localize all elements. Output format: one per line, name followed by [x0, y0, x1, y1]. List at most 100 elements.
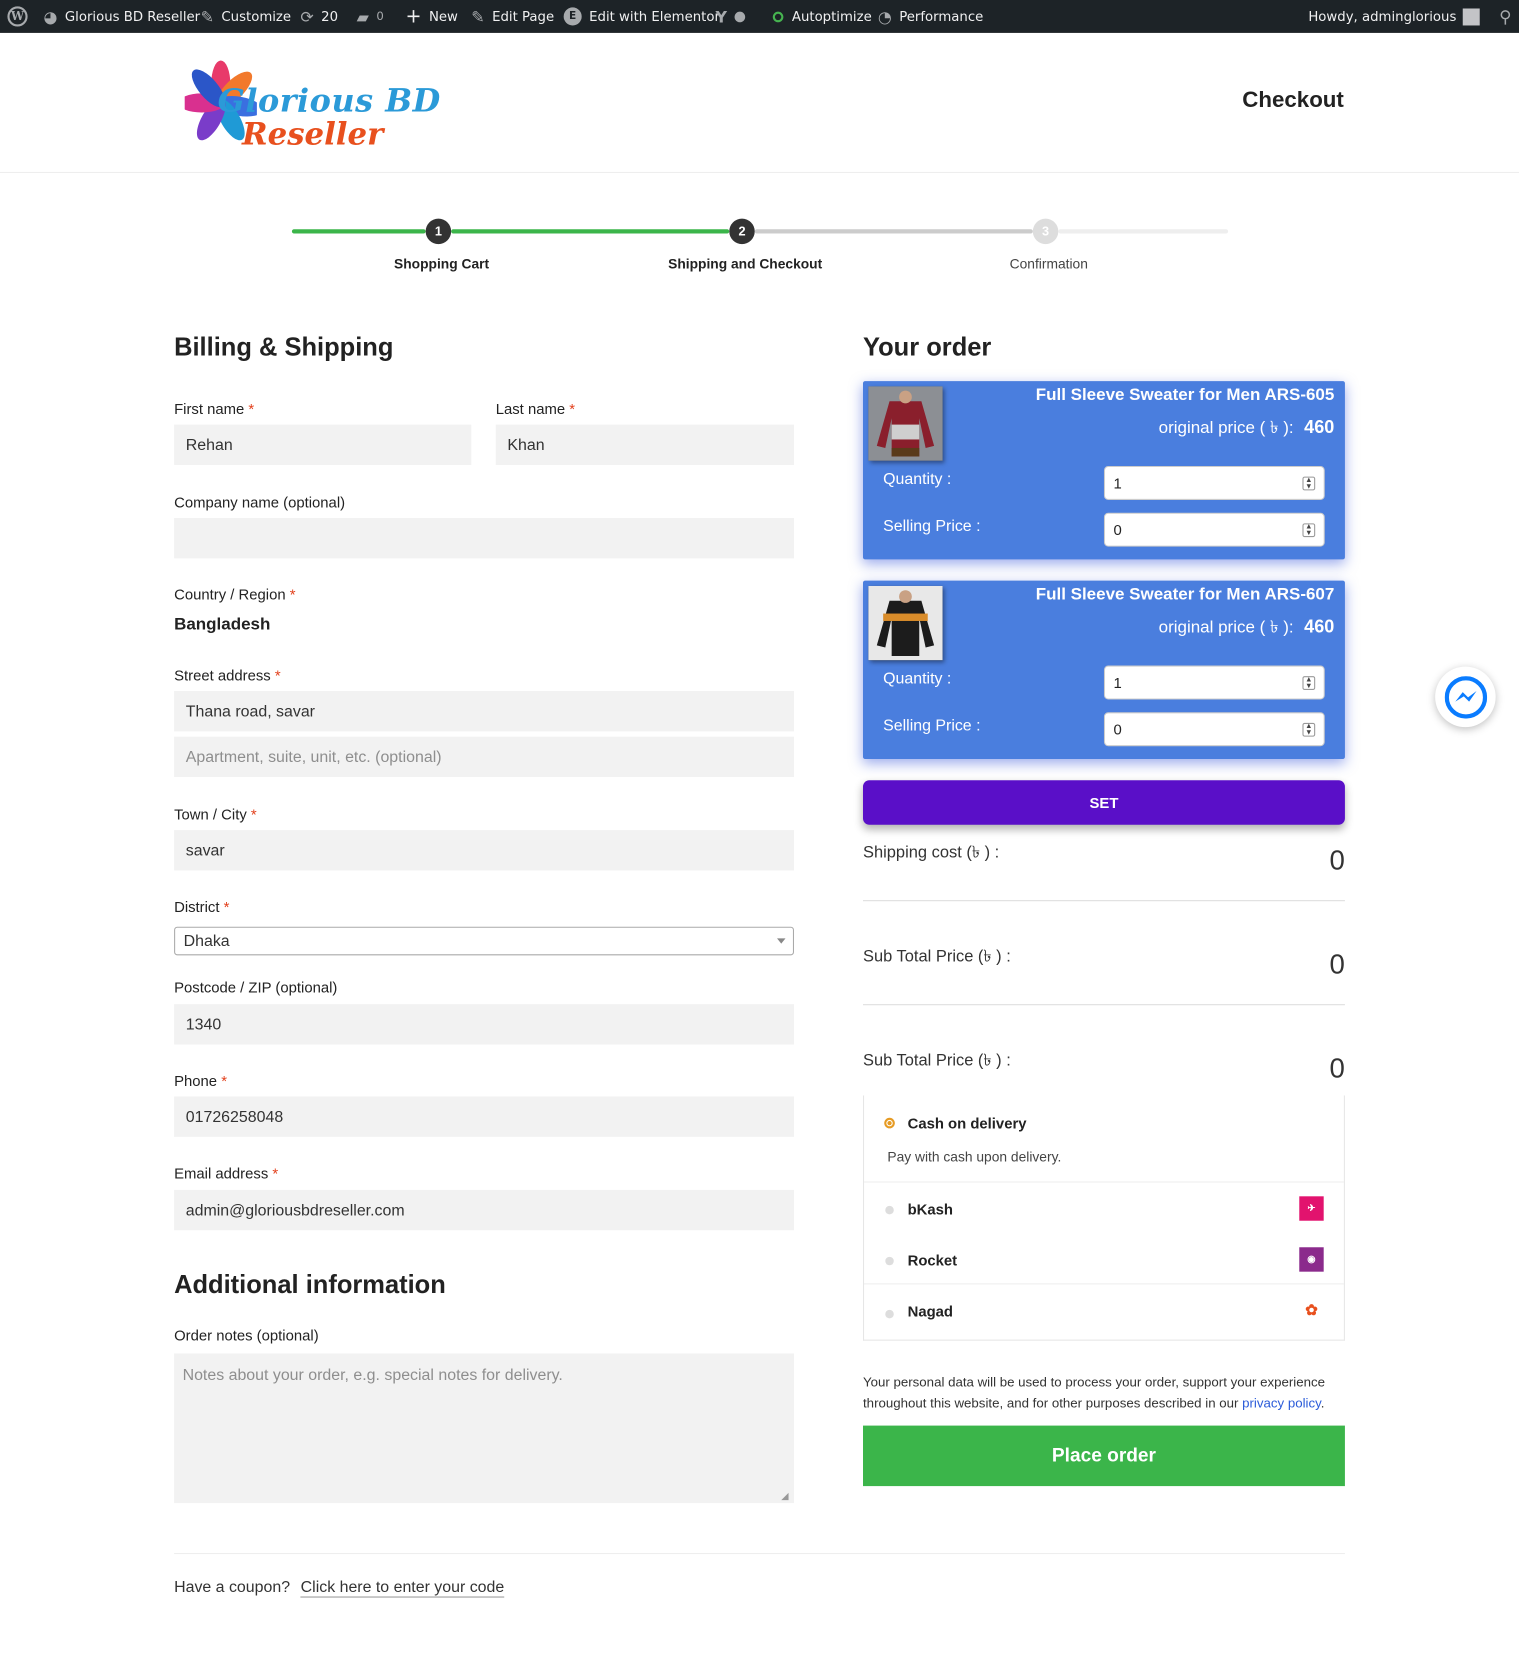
payment-option-bkash[interactable]: bKash ✈: [864, 1183, 1344, 1234]
last-name-label: Last name *: [495, 400, 576, 418]
radio-icon[interactable]: [885, 1205, 894, 1215]
cod-description: Pay with cash upon delivery.: [887, 1148, 1062, 1165]
site-header: Glorious BD Reseller Checkout: [0, 33, 1519, 174]
set-button[interactable]: SET: [862, 780, 1345, 825]
yoast-icon: Y: [715, 6, 727, 27]
your-order-heading: Your order: [862, 333, 992, 362]
order-item-card: Full Sleeve Sweater for Men ARS-607 orig…: [862, 580, 1345, 759]
radio-icon[interactable]: [885, 1309, 894, 1319]
street-address-2-field[interactable]: Apartment, suite, unit, etc. (optional): [174, 736, 795, 778]
original-price: original price ( ৳ ): 460: [1158, 417, 1335, 438]
company-label: Company name (optional): [174, 493, 346, 511]
shipping-cost-value: 0: [1329, 843, 1345, 876]
sweater-image-icon: [868, 585, 943, 661]
product-thumbnail: [868, 386, 943, 461]
new-content-link[interactable]: + New: [405, 0, 457, 33]
quantity-stepper[interactable]: 1 ▲ ▼: [1103, 665, 1325, 700]
spinner-arrows-icon[interactable]: ▲ ▼: [1302, 676, 1316, 690]
coupon-notice: Have a coupon? Click here to enter your c…: [174, 1578, 505, 1598]
product-title: Full Sleeve Sweater for Men ARS-605: [1035, 386, 1335, 405]
city-field[interactable]: savar: [174, 830, 795, 871]
spinner-arrows-icon[interactable]: ▲ ▼: [1302, 722, 1316, 737]
divider: [174, 1552, 1345, 1555]
account-menu[interactable]: Howdy, adminglorious: [1308, 0, 1480, 33]
country-label: Country / Region *: [174, 585, 296, 603]
order-notes-label: Order notes (optional): [174, 1326, 319, 1344]
payment-option-nagad[interactable]: Nagad ✿: [864, 1284, 1344, 1339]
district-select[interactable]: Dhaka: [174, 926, 795, 956]
selling-price-input[interactable]: 0 ▲ ▼: [1103, 712, 1325, 747]
performance-icon: ◔: [877, 6, 892, 27]
payment-option-rocket[interactable]: Rocket ◉: [864, 1233, 1344, 1285]
customize-link[interactable]: ✎ Customize: [201, 0, 291, 33]
company-field[interactable]: [174, 518, 795, 559]
city-label: Town / City *: [174, 805, 257, 823]
pencil-icon: ✎: [471, 6, 485, 27]
progress-line-2: [451, 229, 730, 234]
spinner-arrows-icon[interactable]: ▲ ▼: [1302, 476, 1316, 491]
progress-line-4: [1058, 229, 1229, 234]
autoptimize-status-icon: [772, 11, 784, 22]
payment-methods: Cash on delivery Pay with cash upon deli…: [862, 1095, 1345, 1341]
nagad-icon: ✿: [1305, 1301, 1318, 1319]
step-1-label: Shopping Cart: [394, 255, 490, 272]
edit-page-link[interactable]: ✎ Edit Page: [471, 0, 554, 33]
street-label: Street address *: [174, 666, 281, 684]
place-order-button[interactable]: Place order: [862, 1425, 1345, 1487]
first-name-label: First name *: [174, 400, 255, 418]
step-3-label: Confirmation: [1009, 255, 1088, 272]
product-thumbnail: [868, 585, 943, 661]
privacy-policy-link[interactable]: privacy policy: [1242, 1396, 1321, 1411]
avatar-icon: [1462, 7, 1480, 25]
rocket-icon: ◉: [1299, 1247, 1324, 1272]
radio-icon[interactable]: [885, 1256, 894, 1266]
site-name-link[interactable]: ◕ Glorious BD Reseller: [44, 0, 201, 33]
admin-bar: W ◕ Glorious BD Reseller ✎ Customize ⟳ 20 ▰…: [0, 0, 1519, 33]
quantity-stepper[interactable]: 1 ▲ ▼: [1103, 465, 1325, 500]
postcode-field[interactable]: 1340: [174, 1004, 795, 1045]
spinner-arrows-icon[interactable]: ▲ ▼: [1302, 523, 1316, 538]
wordpress-logo-icon: W: [7, 6, 28, 27]
email-field[interactable]: admin@gloriousbdreseller.com: [174, 1189, 795, 1231]
step-2-label: Shipping and Checkout: [668, 255, 823, 272]
radio-selected-icon[interactable]: [884, 1117, 895, 1129]
logo-title: Glorious BD: [217, 82, 441, 120]
divider: [862, 900, 1345, 902]
autoptimize-link[interactable]: Autoptimize: [772, 0, 872, 33]
divider: [862, 1004, 1345, 1006]
first-name-field[interactable]: Rehan: [174, 424, 472, 465]
subtotal-value: 0: [1329, 947, 1345, 980]
sweater-image-icon: [868, 386, 943, 461]
resize-handle-icon[interactable]: ◢: [781, 1490, 788, 1502]
dashboard-icon: ◕: [43, 6, 58, 27]
phone-field[interactable]: 01726258048: [174, 1096, 795, 1137]
street-address-1-field[interactable]: Thana road, savar: [174, 691, 795, 732]
quantity-label: Quantity :: [883, 470, 952, 489]
progress-line-3: [754, 229, 1033, 234]
progress-line-1: [291, 229, 426, 234]
admin-search-button[interactable]: ⚲: [1499, 0, 1511, 33]
order-notes-textarea[interactable]: Notes about your order, e.g. special not…: [174, 1353, 795, 1504]
subtotal-2-value: 0: [1329, 1051, 1345, 1084]
shipping-cost-label: Shipping cost (৳ ) :: [862, 843, 1000, 862]
step-2-dot: 2: [729, 218, 755, 245]
messenger-chat-button[interactable]: [1435, 666, 1496, 728]
payment-option-cod[interactable]: Cash on delivery Pay with cash upon deli…: [864, 1095, 1344, 1183]
phone-label: Phone *: [174, 1072, 227, 1090]
yoast-menu[interactable]: Y: [715, 0, 746, 33]
selling-price-input[interactable]: 0 ▲ ▼: [1103, 512, 1325, 547]
updates-link[interactable]: ⟳ 20: [300, 0, 338, 33]
page-root: W ◕ Glorious BD Reseller ✎ Customize ⟳ 20 ▰…: [0, 0, 1519, 1662]
wordpress-menu[interactable]: W: [7, 0, 28, 33]
last-name-field[interactable]: Khan: [495, 424, 795, 465]
brush-icon: ✎: [200, 6, 214, 27]
comments-link[interactable]: ▰ 0: [357, 0, 384, 33]
updates-icon: ⟳: [300, 6, 314, 27]
subtotal-2-label: Sub Total Price (৳ ) :: [862, 1051, 1011, 1070]
performance-link[interactable]: ◔ Performance: [878, 0, 983, 33]
selling-price-label: Selling Price :: [883, 716, 981, 735]
postcode-label: Postcode / ZIP (optional): [174, 978, 338, 996]
edit-elementor-link[interactable]: E Edit with Elementor: [563, 0, 720, 33]
coupon-link[interactable]: Click here to enter your code: [300, 1578, 505, 1598]
email-label: Email address *: [174, 1164, 279, 1182]
